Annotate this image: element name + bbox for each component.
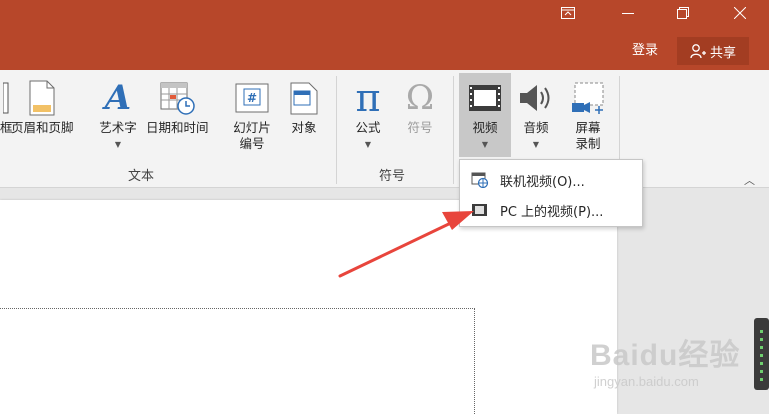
wordart-icon: A [104, 78, 132, 118]
object-icon [290, 82, 318, 115]
chevron-down-icon: ▼ [364, 140, 372, 149]
equation-button[interactable]: π 公式 ▼ [348, 76, 388, 153]
equation-label: 公式 [355, 120, 381, 135]
maximize-icon [677, 7, 689, 19]
video-dropdown-menu: 联机视频(O)... PC 上的视频(P)... [459, 159, 643, 227]
group-separator [453, 76, 454, 184]
watermark: Baidu经验 jingyan.baidu.com [590, 330, 740, 389]
group-label-symbols: 符号 [379, 169, 406, 184]
slide-number-icon: # [235, 83, 269, 113]
menu-item-online-video-label: 联机视频(O)... [500, 174, 585, 190]
textbox-icon [3, 82, 9, 114]
slide-number-button[interactable]: # 幻灯片 编号 [228, 76, 276, 152]
login-link[interactable]: 登录 [632, 40, 658, 62]
chevron-down-icon: ▼ [114, 140, 122, 149]
pi-icon: π [355, 76, 381, 120]
group-separator [336, 76, 337, 184]
video-label: 视频 [472, 120, 498, 135]
audio-level-strip [754, 318, 769, 390]
header-footer-label: 页眉和页脚 [11, 120, 74, 135]
slide-number-label-1: 幻灯片 [233, 120, 271, 135]
symbol-label: 符号 [407, 120, 433, 135]
screen-recording-label-1: 屏幕 [575, 120, 601, 135]
speaker-icon [520, 85, 550, 111]
group-label-text: 文本 [128, 169, 155, 184]
wordart-button[interactable]: A 艺术字 ▼ [96, 76, 140, 153]
ribbon-display-options-button[interactable] [545, 0, 591, 26]
share-button[interactable]: 共享 [677, 37, 749, 65]
chevron-down-icon: ▼ [532, 140, 540, 149]
minimize-icon [622, 13, 634, 14]
menu-item-pc-video[interactable]: PC 上的视频(P)... [460, 195, 642, 225]
screen-recording-label-2: 录制 [575, 136, 601, 151]
screen-recording-icon [572, 82, 604, 114]
object-button[interactable]: 对象 [286, 76, 322, 136]
pc-video-icon [472, 204, 487, 216]
calendar-clock-icon [160, 82, 195, 115]
header-footer-icon [29, 80, 55, 116]
collapse-ribbon-icon[interactable]: ︿ [744, 172, 755, 188]
header-footer-button[interactable]: 页眉和页脚 [11, 76, 74, 136]
wordart-label: 艺术字 [99, 120, 137, 135]
watermark-brand: Baidu经验 [590, 339, 741, 372]
object-label: 对象 [291, 120, 317, 135]
chevron-down-icon: ▼ [481, 140, 489, 149]
close-button[interactable] [717, 0, 763, 26]
video-button[interactable]: 视频 ▼ [459, 76, 511, 153]
omega-icon: Ω [405, 78, 435, 118]
datetime-button[interactable]: 日期和时间 [146, 76, 209, 136]
datetime-label: 日期和时间 [146, 120, 209, 135]
menu-item-pc-video-label: PC 上的视频(P)... [500, 204, 604, 220]
film-strip-icon [469, 85, 501, 111]
online-video-icon [471, 172, 489, 188]
watermark-url: jingyan.baidu.com [594, 374, 699, 389]
maximize-button[interactable] [660, 0, 706, 26]
person-add-icon [690, 44, 706, 59]
audio-button[interactable]: 音频 ▼ [514, 76, 558, 153]
menu-item-online-video[interactable]: 联机视频(O)... [460, 165, 642, 195]
minimize-button[interactable] [605, 0, 651, 26]
svg-text:#: # [247, 91, 257, 105]
slide-number-label-2: 编号 [239, 136, 265, 151]
restore-ribbon-icon [561, 7, 575, 19]
share-label: 共享 [709, 45, 736, 61]
close-icon [734, 7, 746, 19]
screen-recording-button[interactable]: 屏幕 录制 [566, 76, 610, 152]
audio-label: 音频 [523, 120, 549, 135]
content-placeholder[interactable] [0, 308, 475, 414]
symbol-button[interactable]: Ω 符号 [400, 76, 440, 136]
title-bar: 登录 共享 [0, 0, 769, 70]
